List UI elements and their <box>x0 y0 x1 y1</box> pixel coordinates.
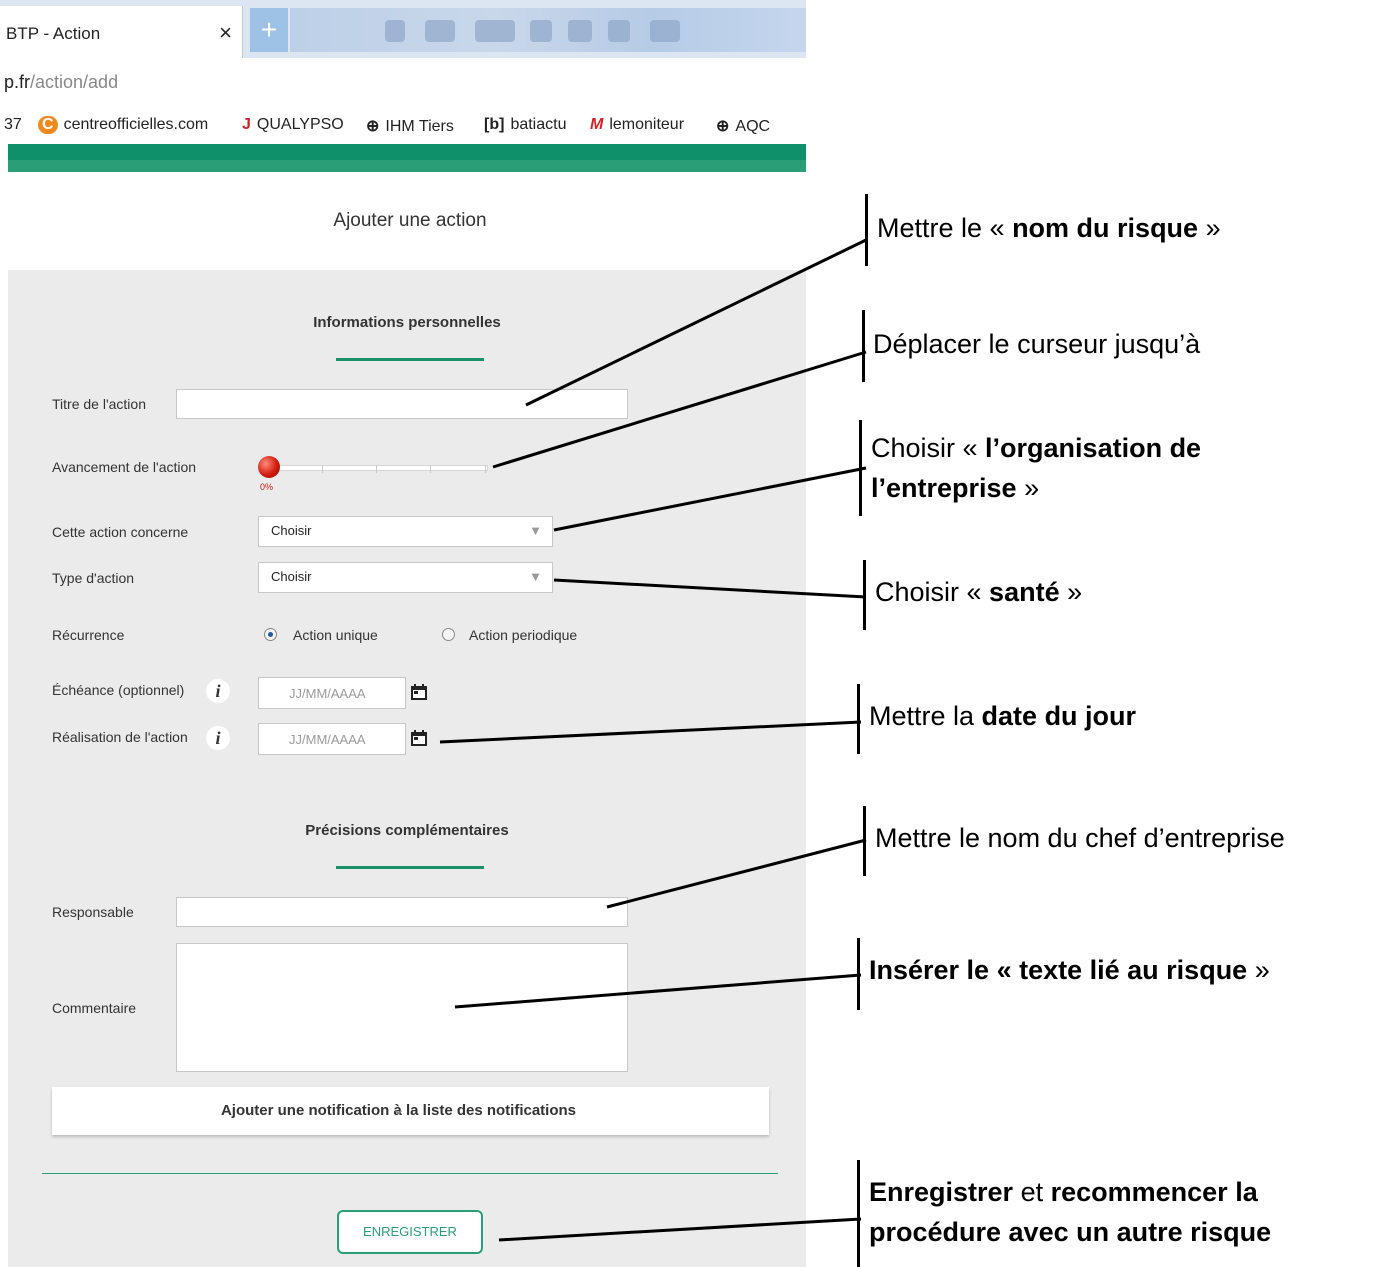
annotation-bar <box>863 806 866 876</box>
annotation-lines <box>439 238 867 1242</box>
annotation-curseur: Déplacer le curseur jusqu’à <box>873 329 1201 359</box>
annotation-responsable: Mettre le nom du chef d’entreprise <box>875 823 1285 853</box>
annotation-bar <box>857 684 860 754</box>
annotation-connector <box>439 720 862 744</box>
annotation-commentaire: Insérer le « texte lié au risque » <box>869 955 1270 985</box>
annotation-connector <box>553 466 867 532</box>
annotation-nom-risque: Mettre le « nom du risque » <box>877 213 1221 243</box>
annotation-connector <box>553 578 867 599</box>
annotation-bar <box>857 1160 860 1267</box>
annotation-bar <box>862 310 865 382</box>
annotation-sante: Choisir « santé » <box>875 577 1083 607</box>
annotation-connector <box>606 838 867 909</box>
annotation-organisation: Choisir « l’organisation de l’entreprise … <box>871 433 1202 503</box>
annotation-connector <box>525 238 867 407</box>
annotation-bar <box>863 560 866 630</box>
annotation-bar <box>865 194 868 266</box>
annotation-connector <box>492 350 867 469</box>
annotation-bar <box>857 938 860 1010</box>
annotation-date: Mettre la date du jour <box>869 701 1137 731</box>
annotation-bar <box>859 420 862 516</box>
annotation-enregistrer: Enregistrer et recommencer la procédure a… <box>869 1177 1272 1247</box>
annotation-connector <box>454 973 862 1009</box>
annotation-connector <box>498 1217 862 1242</box>
